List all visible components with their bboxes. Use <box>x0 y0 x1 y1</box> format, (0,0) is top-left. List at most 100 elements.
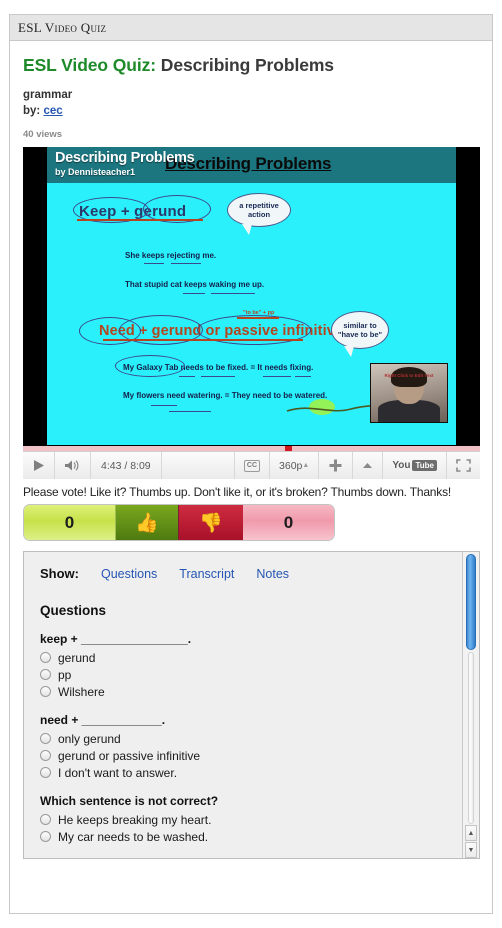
youtube-logo-icon: You Tube <box>392 460 437 471</box>
youtube-word: You <box>392 460 411 471</box>
answer-option[interactable]: pp <box>40 666 463 683</box>
question-block: Which sentence is not correct? He keeps … <box>40 794 463 845</box>
window-title: ESL Video Quiz <box>18 19 107 35</box>
slide-ellipse-gerund2 <box>119 315 203 345</box>
question-prompt: keep + ________________. <box>40 632 192 646</box>
caret-down-icon: ▼ <box>467 846 475 854</box>
webcam-inset: Right Click to Edit Text <box>370 363 448 423</box>
radio-icon[interactable] <box>40 686 51 697</box>
panel-scrollbar[interactable]: ▲ ▼ <box>462 552 479 858</box>
questions-panel-content: Show: Questions Transcript Notes Questio… <box>24 552 479 845</box>
video-overlay-author: by Dennisteacher1 <box>55 167 136 177</box>
webcam-caption: Right Click to Edit Text <box>384 373 434 378</box>
controls-spacer <box>162 452 235 479</box>
answer-option[interactable]: He keeps breaking my heart. <box>40 811 463 828</box>
question-block: need + ____________. only gerund gerund … <box>40 713 463 781</box>
thumbs-down-icon: 👎 <box>199 512 223 534</box>
page-title-subject: Describing Problems <box>160 55 334 75</box>
slide-underline-rule2 <box>103 339 303 341</box>
video-overlay-title: Describing Problems <box>55 150 195 166</box>
expand-options-button[interactable] <box>353 452 384 479</box>
video-player[interactable]: Describing Problems Describing Problems … <box>23 147 480 479</box>
slide-example-1: She keeps rejecting me. <box>125 251 217 260</box>
tab-transcript[interactable]: Transcript <box>179 567 234 581</box>
author-link[interactable]: cec <box>43 105 62 117</box>
volume-icon <box>65 460 79 471</box>
volume-button[interactable] <box>55 452 91 479</box>
radio-icon[interactable] <box>40 652 51 663</box>
plus-icon <box>329 459 342 472</box>
answer-option-label: gerund <box>58 650 96 665</box>
quality-label: 360p <box>279 459 303 472</box>
scroll-up-button[interactable]: ▲ <box>465 825 477 841</box>
thumbs-up-button[interactable]: 👍 <box>115 505 179 540</box>
answer-option[interactable]: gerund or passive infinitive <box>40 747 463 764</box>
radio-icon[interactable] <box>40 831 51 842</box>
tab-questions[interactable]: Questions <box>101 567 157 581</box>
answer-option[interactable]: only gerund <box>40 730 463 747</box>
show-label: Show: <box>40 566 79 581</box>
answer-option-label: My car needs to be washed. <box>58 829 209 844</box>
slide-underline-rule1 <box>77 219 203 221</box>
answer-option-label: only gerund <box>58 731 121 746</box>
fullscreen-button[interactable] <box>447 452 480 479</box>
scrollbar-thumb[interactable] <box>466 554 476 650</box>
caret-up-icon: ▲ <box>467 829 475 837</box>
question-prompt: Which sentence is not correct? <box>40 794 219 808</box>
category-label: grammar <box>23 89 73 101</box>
video-controls: 4:43 / 8:09 CC 360p ▲ You Tube <box>23 451 480 479</box>
slide-underline-tobe <box>237 317 279 319</box>
tab-notes[interactable]: Notes <box>256 567 289 581</box>
radio-icon[interactable] <box>40 767 51 778</box>
play-icon <box>34 460 44 471</box>
slide-underline-e2a <box>183 293 205 295</box>
video-slide: Describing Problems Describing Problems … <box>47 147 456 445</box>
slide-underline-e3d <box>295 376 311 378</box>
vote-prompt: Please vote! Like it? Thumbs up. Don't l… <box>23 485 452 499</box>
add-to-button[interactable] <box>319 452 354 479</box>
answer-option[interactable]: I don't want to answer. <box>40 764 463 781</box>
slide-underline-e4a <box>151 405 177 407</box>
captions-button[interactable]: CC <box>235 452 271 479</box>
page-content: ESL Video Quiz: Describing Problems gram… <box>10 41 492 859</box>
scrollbar-track[interactable] <box>465 554 477 824</box>
play-button[interactable] <box>23 452 55 479</box>
thumbs-up-count: 0 <box>24 505 115 540</box>
answer-option[interactable]: My car needs to be washed. <box>40 828 463 845</box>
question-block: keep + ________________. gerund pp Wilsh… <box>40 632 463 700</box>
radio-icon[interactable] <box>40 814 51 825</box>
answer-option[interactable]: Wilshere <box>40 683 463 700</box>
quality-caret-icon: ▲ <box>302 462 310 469</box>
youtube-link[interactable]: You Tube <box>383 452 447 479</box>
view-count: 40 views <box>23 129 63 140</box>
answer-option-label: pp <box>58 667 72 682</box>
vote-bar: 0 👍 👎 0 <box>23 504 335 541</box>
time-display: 4:43 / 8:09 <box>91 452 162 479</box>
window-titlebar: ESL Video Quiz <box>10 15 492 41</box>
slide-underline-e1a <box>144 263 164 265</box>
radio-icon[interactable] <box>40 733 51 744</box>
scrollbar-rail[interactable] <box>468 652 474 824</box>
questions-panel: Show: Questions Transcript Notes Questio… <box>23 551 480 859</box>
show-tabs-row: Show: Questions Transcript Notes <box>40 566 463 581</box>
slide-ellipse-galaxy <box>115 355 185 377</box>
author-row: by: cec <box>23 105 479 117</box>
cc-icon: CC <box>243 459 261 472</box>
scroll-down-button[interactable]: ▼ <box>465 842 477 858</box>
thumbs-down-button[interactable]: 👎 <box>179 505 243 540</box>
slide-underline-e3c <box>263 376 291 378</box>
questions-heading: Questions <box>40 603 107 618</box>
page-frame: ESL Video Quiz ESL Video Quiz: Describin… <box>9 14 493 914</box>
thumbs-down-count: 0 <box>243 505 334 540</box>
radio-icon[interactable] <box>40 669 51 680</box>
slide-example-2: That stupid cat keeps waking me up. <box>125 280 265 289</box>
slide-underline-e4b <box>169 411 211 413</box>
page-title-prefix: ESL Video Quiz: <box>23 55 157 75</box>
radio-icon[interactable] <box>40 750 51 761</box>
answer-option-label: gerund or passive infinitive <box>58 748 201 763</box>
slide-example-4: My flowers need watering. = They need to… <box>123 391 328 400</box>
slide-bubble-2: similar to "have to be" <box>331 311 389 357</box>
quality-button[interactable]: 360p ▲ <box>270 452 320 479</box>
caret-up-icon <box>363 463 373 468</box>
answer-option[interactable]: gerund <box>40 649 463 666</box>
